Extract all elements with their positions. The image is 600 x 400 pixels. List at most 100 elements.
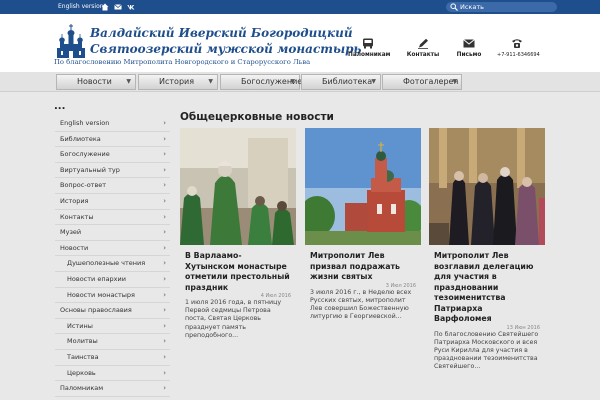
sidebar-item[interactable]: Контакты › (55, 210, 170, 226)
news-excerpt: 1 июля 2016 года, в пятницу Первой седми… (185, 299, 282, 339)
nav-item-news[interactable]: Новости ▼ (56, 74, 136, 90)
sidebar-item-label: Контакты (60, 212, 94, 221)
sidebar-item[interactable]: Музей › (55, 225, 170, 241)
news-image[interactable] (429, 128, 545, 245)
contacts-label: Контакты (406, 52, 440, 58)
news-title[interactable]: Митрополит Лев возглавил делегацию для у… (429, 251, 545, 325)
sidebar-item[interactable]: Таинства › (55, 350, 170, 366)
sidebar-item[interactable]: Душеполезные чтения › (55, 256, 170, 272)
pilgrims-link[interactable]: Паломникам (348, 38, 391, 58)
chevron-right-icon: › (163, 134, 166, 143)
page-title: Общецерковные новости (180, 111, 334, 123)
sidebar-item-label: Богослужение (60, 150, 110, 159)
mail-icon[interactable] (114, 3, 122, 11)
chevron-right-icon: › (163, 306, 166, 315)
chevron-right-icon: › (163, 352, 166, 361)
chevron-right-icon: › (163, 165, 166, 174)
chevron-right-icon: › (163, 212, 166, 221)
sidebar-item[interactable]: Новости епархии › (55, 272, 170, 288)
nav-label: Библиотека (322, 77, 373, 86)
home-icon[interactable] (101, 3, 109, 11)
phone-link[interactable]: +7-911-6346694 (497, 38, 540, 58)
sidebar-item-label: Церковь (67, 368, 96, 377)
sidebar-item[interactable]: Молитвы › (55, 334, 170, 350)
nav-item-library[interactable]: Библиотека ▼ (301, 74, 381, 90)
news-image[interactable] (180, 128, 296, 245)
monastery-logo-icon[interactable] (54, 24, 88, 60)
caret-down-icon: ▼ (126, 78, 131, 85)
sidebar-item-label: Душеполезные чтения (67, 259, 146, 268)
sidebar-item[interactable]: Новости › (55, 241, 170, 257)
caret-down-icon: ▼ (208, 78, 213, 85)
sidebar-item-label: Таинства (67, 352, 99, 361)
chevron-right-icon: › (163, 337, 166, 346)
sidebar-item[interactable]: Истины › (55, 319, 170, 335)
chevron-right-icon: › (163, 150, 166, 159)
chevron-right-icon: › (163, 274, 166, 283)
site-title-line2[interactable]: Святоозерский мужской монастырь (90, 42, 361, 56)
news-title[interactable]: В Варлаамо-Хутынском монастыре отметили … (180, 251, 296, 293)
chevron-right-icon: › (163, 321, 166, 330)
nav-item-history[interactable]: История ▼ (138, 74, 218, 90)
sidebar-item[interactable]: Церковь › (55, 366, 170, 382)
caret-down-icon: ▼ (371, 78, 376, 85)
sidebar-item[interactable]: Вопрос-ответ › (55, 178, 170, 194)
news-excerpt: По благословению Святейшего Патриарха Мо… (434, 330, 539, 371)
sidebar-item-label: Истины (67, 321, 93, 330)
sidebar-item-label: Новости монастыря (67, 290, 135, 299)
chevron-right-icon: › (163, 119, 166, 127)
sidebar-item-label: Паломникам (60, 384, 104, 393)
pilgrims-label: Паломникам (348, 52, 391, 58)
sidebar-item-label: Новости епархии (67, 274, 126, 283)
nav-label: Новости (77, 77, 112, 86)
letter-label: Письмо (456, 52, 482, 58)
sidebar-menu: English version › Библиотека › Богослужение ›… (55, 116, 170, 397)
phone-number: +7-911-6346694 (497, 52, 540, 58)
caret-down-icon: ▼ (452, 78, 457, 85)
sidebar-item-label: English version (60, 119, 110, 127)
nav-item-worship[interactable]: Богослужение ▼ (220, 74, 302, 90)
sidebar-item[interactable]: English version › (55, 116, 170, 132)
sidebar-item[interactable]: Новости монастыря › (55, 288, 170, 304)
nav-item-gallery[interactable]: Фотогалерея ▼ (382, 74, 462, 90)
news-image[interactable] (305, 128, 421, 245)
sidebar-item-label: Библиотека (60, 134, 101, 143)
sidebar-item[interactable]: Библиотека › (55, 132, 170, 148)
news-title[interactable]: Митрополит Лев призвал подражать жизни с… (305, 251, 421, 283)
sidebar-item[interactable]: Паломникам › (55, 381, 170, 397)
search-box[interactable] (446, 2, 557, 12)
sidebar-item-label: Виртуальный тур (60, 165, 120, 174)
nav-label: История (159, 77, 195, 86)
site-title-line1[interactable]: Валдайский Иверский Богородицкий (90, 26, 353, 40)
search-input[interactable] (460, 2, 554, 12)
chevron-right-icon: › (163, 228, 166, 237)
main-nav: Новости ▼ История ▼ Богослужение ▼ Библиоте… (0, 72, 600, 92)
contacts-link[interactable]: Контакты (403, 38, 443, 58)
sidebar-item[interactable]: История › (55, 194, 170, 210)
top-bar: English version (0, 0, 600, 14)
sidebar-item-label: Музей (60, 228, 82, 237)
letter-link[interactable]: Письмо (449, 38, 489, 58)
sidebar-item-label: Новости (60, 243, 89, 252)
bus-icon (348, 38, 388, 49)
chevron-right-icon: › (163, 243, 166, 252)
site-header: Валдайский Иверский Богородицкий Святооз… (0, 14, 600, 72)
news-card: Митрополит Лев призвал подражать жизни с… (305, 128, 421, 321)
sidebar-title: ... (54, 101, 66, 112)
news-card: В Варлаамо-Хутынском монастыре отметили … (180, 128, 296, 340)
sidebar-item[interactable]: Основы православия › (55, 303, 170, 319)
pen-icon (403, 38, 443, 49)
envelope-icon (449, 38, 489, 49)
nav-label: Фотогалерея (403, 77, 459, 86)
sidebar-item-label: Молитвы (67, 337, 98, 346)
english-version-link[interactable]: English version (58, 3, 104, 10)
sidebar-item-label: Вопрос-ответ (60, 181, 107, 190)
sidebar-item[interactable]: Виртуальный тур › (55, 163, 170, 179)
news-card: Митрополит Лев возглавил делегацию для у… (429, 128, 545, 372)
vk-icon[interactable] (127, 3, 135, 11)
chevron-right-icon: › (163, 368, 166, 377)
chevron-right-icon: › (163, 384, 166, 393)
sidebar-item[interactable]: Богослужение › (55, 147, 170, 163)
sidebar-item-label: История (60, 196, 89, 205)
search-icon[interactable] (450, 3, 458, 11)
